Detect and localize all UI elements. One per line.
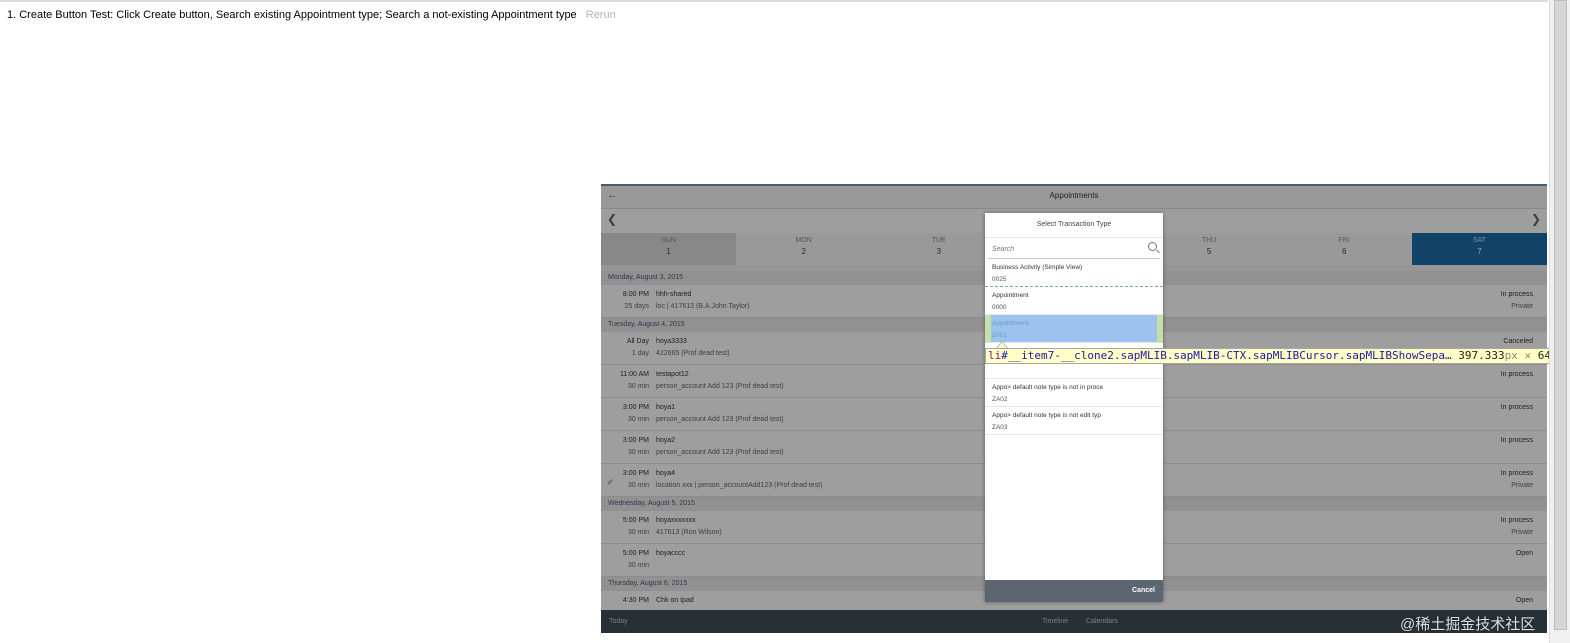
select-transaction-dialog: Select Transaction Type Business Activit… [985, 213, 1163, 602]
transaction-type-name: Appointment [992, 292, 1029, 299]
devtools-inspector-tooltip: li#__item7-__clone2.sapMLIB.sapMLIB-CTX.… [985, 348, 1562, 364]
cancel-button[interactable]: Cancel [1132, 587, 1155, 594]
transaction-type-code: 0000 [992, 304, 1007, 311]
transaction-type-list: Business Activity (Simple View) 0025 Appoi… [985, 259, 1163, 435]
transaction-type-item[interactable]: Appointment Z001 [985, 315, 1163, 343]
transaction-type-item[interactable]: Appo> default note type is not edit typ Z… [985, 407, 1163, 435]
vertical-scrollbar[interactable] [1549, 0, 1570, 643]
transaction-type-item[interactable]: Business Activity (Simple View) 0025 [985, 259, 1163, 287]
inspector-times: × [1524, 349, 1532, 362]
scrollbar-thumb[interactable] [1554, 0, 1567, 630]
transaction-type-name: Business Activity (Simple View) [992, 264, 1083, 271]
inspector-unit-1: px [1504, 349, 1518, 362]
transaction-type-name: Appointment [992, 320, 1029, 327]
dialog-title: Select Transaction Type [985, 213, 1163, 238]
transaction-type-code: Z001 [992, 332, 1007, 339]
transaction-type-code: ZA02 [992, 396, 1008, 403]
inspector-width: 397.333 [1458, 349, 1505, 362]
dialog-footer: Cancel [985, 580, 1163, 602]
transaction-type-code: ZA03 [992, 424, 1008, 431]
watermark: @稀土掘金技术社区 [1400, 616, 1536, 633]
rerun-link[interactable]: Rerun [586, 9, 616, 21]
transaction-type-code: 0025 [992, 276, 1007, 283]
transaction-type-item[interactable]: Appo> default note type is not in proce Z… [985, 379, 1163, 407]
inspector-tag: li [988, 349, 1002, 362]
transaction-type-name: Appo> default note type is not edit typ [992, 412, 1101, 419]
search-icon[interactable] [1148, 242, 1157, 251]
inspector-selector: #__item7-__clone2.sapMLIB.sapMLIB-CTX.sa… [1001, 349, 1452, 362]
transaction-type-name: Appo> default note type is not in proce [992, 384, 1104, 391]
search-input[interactable] [988, 239, 1144, 260]
test-title: 1. Create Button Test: Click Create butt… [7, 9, 577, 21]
search-bar [988, 238, 1160, 260]
test-header: 1. Create Button Test: Click Create butt… [7, 9, 616, 21]
inspector-pointer [996, 341, 1008, 348]
top-divider [0, 0, 1548, 2]
transaction-type-item[interactable]: Appointment 0000 [985, 287, 1163, 315]
